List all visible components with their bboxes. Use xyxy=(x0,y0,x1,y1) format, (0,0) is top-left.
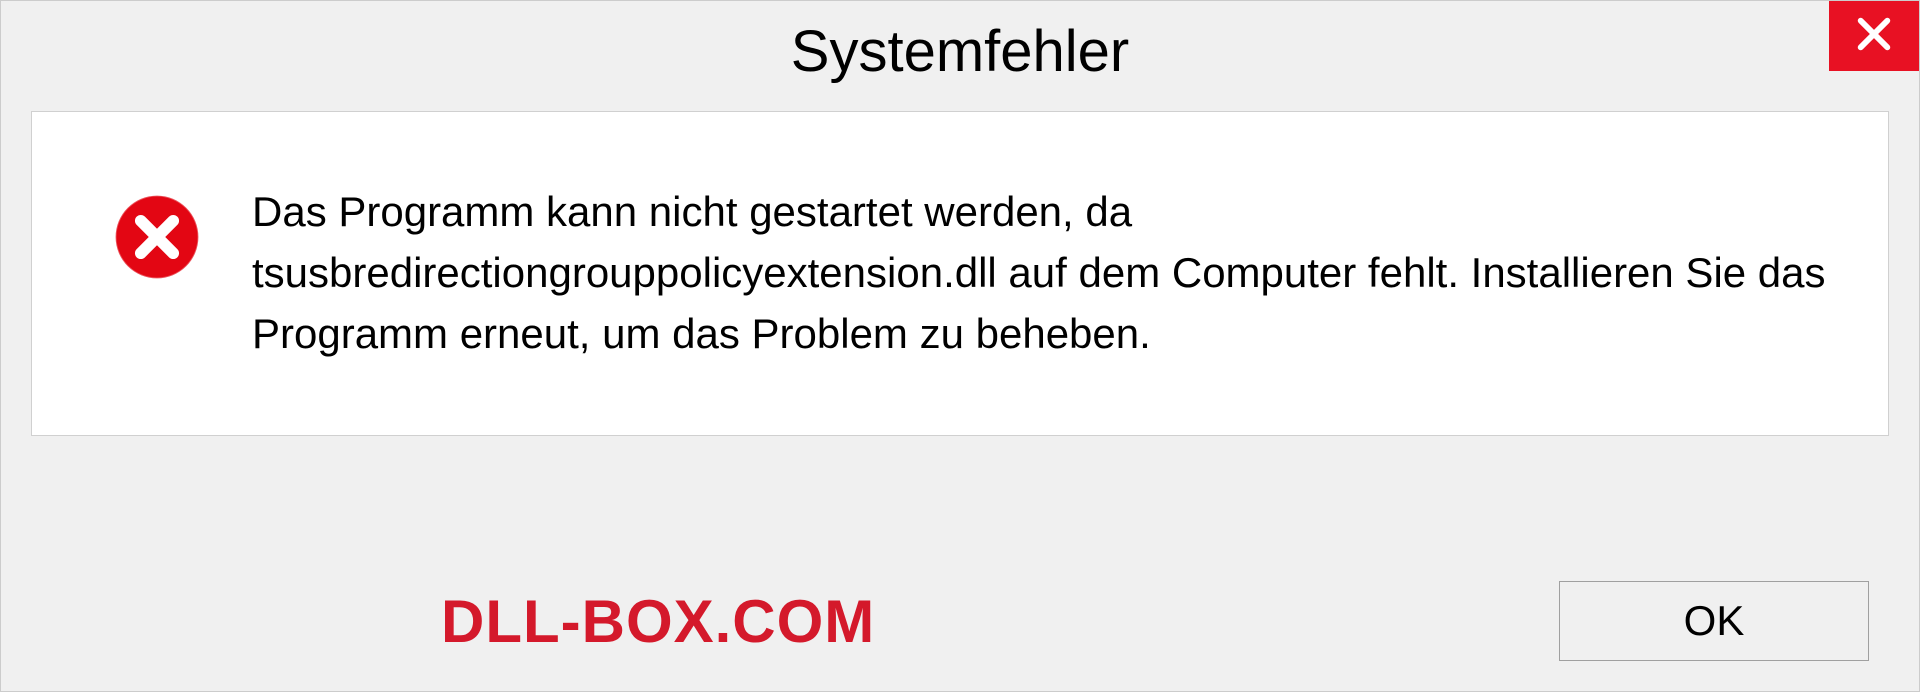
ok-button[interactable]: OK xyxy=(1559,581,1869,661)
dialog-content: Das Programm kann nicht gestartet werden… xyxy=(31,111,1889,436)
error-message: Das Programm kann nicht gestartet werden… xyxy=(252,182,1828,365)
title-bar: Systemfehler xyxy=(1,1,1919,101)
dialog-title: Systemfehler xyxy=(791,18,1129,85)
close-button[interactable] xyxy=(1829,1,1919,71)
ok-button-label: OK xyxy=(1684,597,1745,645)
close-icon xyxy=(1854,14,1894,59)
watermark-text: DLL-BOX.COM xyxy=(441,587,875,656)
error-icon xyxy=(112,192,202,282)
dialog-footer: DLL-BOX.COM OK xyxy=(1,581,1919,661)
